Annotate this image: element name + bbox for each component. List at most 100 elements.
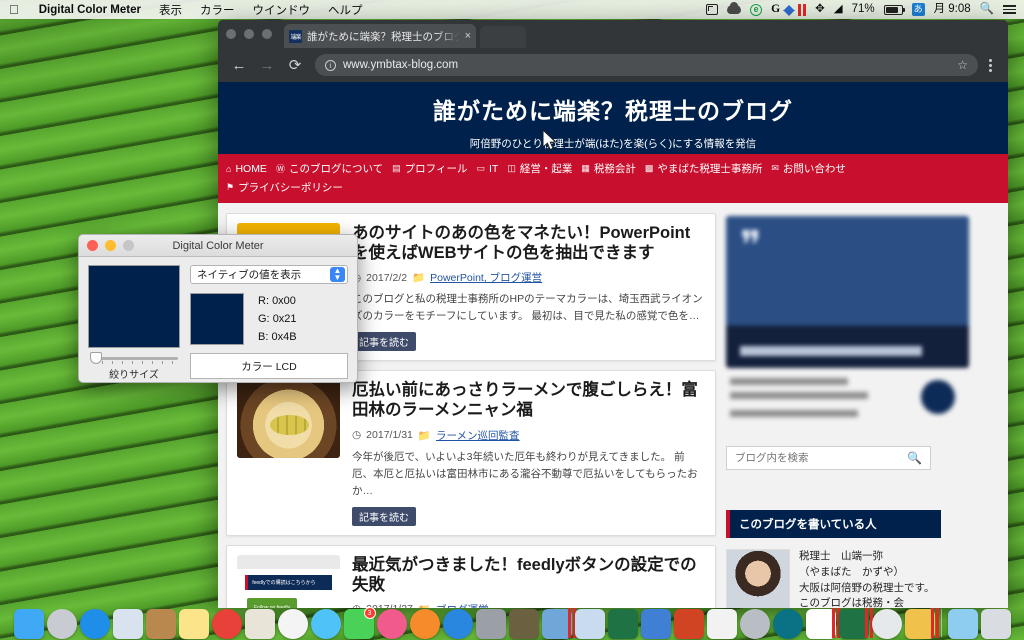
dock-item-finder[interactable] — [13, 609, 44, 639]
dock-item-powerpoint[interactable] — [673, 609, 704, 639]
dcm-close-button[interactable] — [87, 240, 98, 251]
dock-item-trash[interactable] — [980, 609, 1011, 639]
nav-item-management[interactable]: ◫ 経営・起業 — [507, 159, 581, 178]
dock-item-app-store[interactable] — [442, 609, 473, 639]
dcm-aperture-slider[interactable] — [88, 352, 180, 364]
article-categories[interactable]: PowerPoint, ブログ運営 — [430, 270, 542, 285]
dcm-mode-select[interactable]: ネイティブの値を表示 ▲ ▼ — [190, 265, 348, 284]
blog-search-box[interactable]: 🔍 — [726, 446, 931, 470]
dock-item-chrome[interactable] — [211, 609, 242, 639]
dcm-aperture-control[interactable]: 絞りサイズ — [88, 352, 180, 381]
menu-item-help[interactable]: ヘルプ — [319, 2, 372, 18]
search-input[interactable] — [735, 452, 908, 464]
nav-item-home[interactable]: ⌂ HOME — [226, 161, 276, 177]
dock-item-maps[interactable] — [244, 609, 275, 639]
address-bar[interactable]: i www.ymbtax-blog.com ☆ — [315, 54, 978, 76]
sidebar-banner-widget[interactable]: ❞ — [726, 216, 969, 368]
close-window-button[interactable] — [226, 29, 236, 39]
dock-item-documents-folder[interactable] — [947, 609, 978, 639]
dock-item-contacts[interactable] — [145, 609, 176, 639]
nav-item-it[interactable]: ▭ IT — [476, 161, 507, 177]
menu-app-name[interactable]: Digital Color Meter — [30, 4, 150, 16]
dock-item-safari[interactable] — [79, 609, 110, 639]
nav-item-tax-accounting[interactable]: ▦ 税務会計 — [581, 159, 645, 178]
new-tab-button[interactable] — [480, 26, 526, 48]
apple-menu-icon[interactable]:  — [9, 3, 19, 16]
dock-item-keynote[interactable] — [640, 609, 671, 639]
airplay-icon[interactable] — [706, 4, 719, 15]
dock-item-facetime[interactable]: 3 — [343, 607, 376, 639]
grammarly-icon[interactable]: G — [771, 3, 780, 16]
dock-item-notes[interactable] — [178, 609, 209, 639]
dcm-traffic-lights[interactable] — [87, 240, 134, 251]
clock-label[interactable]: 月 9:08 — [934, 3, 971, 16]
article-meta: ◷ 2017/1/31 📁 ラーメン巡回監査 — [352, 428, 705, 443]
dock-item-edge[interactable] — [772, 609, 803, 639]
battery-icon[interactable] — [883, 4, 905, 15]
dock-item-downloads-folder[interactable] — [904, 608, 939, 639]
nav-item-privacy-policy[interactable]: ⚑ プライバシーポリシー — [226, 178, 352, 197]
dcm-maximize-button[interactable] — [123, 240, 134, 251]
sidebar-ad-text[interactable] — [726, 372, 969, 432]
article-thumbnail[interactable] — [237, 380, 340, 459]
digital-color-meter-window[interactable]: Digital Color Meter 絞りサイズ ネイティブの値を表示 ▲▼ — [78, 234, 358, 383]
dock-item-remote-desktop[interactable] — [541, 608, 576, 639]
article-title[interactable]: 最近気がつきました！feedlyボタンの設定での失敗 — [352, 555, 705, 595]
nav-item-about[interactable]: Ⓦ このブログについて — [276, 159, 392, 178]
dock-item-preview[interactable] — [574, 609, 605, 639]
chevron-updown-icon[interactable]: ▲ ▼ — [330, 267, 345, 282]
wifi-icon[interactable]: ◢ — [834, 3, 843, 16]
dock-item-calendar[interactable] — [805, 608, 840, 639]
slider-knob[interactable] — [90, 352, 102, 364]
read-more-button[interactable]: 記事を読む — [352, 332, 416, 352]
dock-item-excel[interactable] — [607, 609, 638, 639]
close-tab-icon[interactable]: × — [465, 30, 471, 42]
article-card[interactable]: feedlyでの購読はこちらから Follow on feedly 最近気がつき… — [226, 544, 716, 608]
dock-item-mail[interactable] — [112, 609, 143, 639]
browser-tab-title: 誰がために端楽？税理士のブログ — [307, 30, 460, 43]
dock-item-ibooks[interactable] — [409, 609, 440, 639]
notification-center-icon[interactable] — [1003, 5, 1016, 14]
article-categories[interactable]: ラーメン巡回監査 — [436, 428, 520, 443]
bluetooth-icon[interactable]: ✥ — [815, 3, 825, 16]
nav-item-office[interactable]: ▩ やまばた税理士事務所 — [645, 159, 772, 178]
reload-button[interactable]: ⟳ — [282, 52, 308, 78]
browser-tab-active[interactable]: 端楽 誰がために端楽？税理士のブログ × — [284, 24, 476, 48]
bookmark-star-icon[interactable]: ☆ — [957, 58, 968, 72]
article-card[interactable]: 厄払い前にあっさりラーメンで腹ごしらえ！富田林のラーメンニャン福 ◷ 2017/… — [226, 370, 716, 536]
dcm-minimize-button[interactable] — [105, 240, 116, 251]
site-info-icon[interactable]: i — [325, 59, 336, 71]
menu-item-display[interactable]: 表示 — [150, 2, 191, 18]
forward-button[interactable]: → — [254, 52, 280, 78]
dock-item-launchpad[interactable] — [46, 609, 77, 639]
dcm-title-bar[interactable]: Digital Color Meter — [79, 235, 357, 257]
menu-item-color[interactable]: カラー — [191, 2, 244, 18]
menu-item-window[interactable]: ウインドウ — [243, 2, 319, 18]
pause-icon[interactable] — [798, 3, 807, 16]
dock-item-itunes[interactable] — [376, 609, 407, 639]
chrome-menu-icon[interactable] — [980, 58, 1000, 72]
cloud-icon[interactable] — [727, 2, 742, 14]
dock-item-numbers[interactable] — [706, 609, 737, 639]
dock-item-photos[interactable] — [277, 609, 308, 639]
article-title[interactable]: 厄払い前にあっさりラーメンで腹ごしらえ！富田林のラーメンニャン福 — [352, 380, 705, 420]
dock-item-skype[interactable] — [739, 609, 770, 639]
ime-icon[interactable]: あ — [911, 3, 925, 16]
nav-item-profile[interactable]: ▤ プロフィール — [392, 159, 476, 178]
article-title[interactable]: あのサイトのあの色をマネたい！PowerPointを使えばWEBサイトの色を抽出… — [352, 223, 705, 263]
dock-item-safari-tech[interactable] — [871, 609, 902, 639]
dock-item-gimp[interactable] — [508, 609, 539, 639]
evernote-icon[interactable]: e — [750, 3, 763, 16]
dock-item-excel-2[interactable] — [838, 608, 873, 639]
dock-item-messages[interactable] — [310, 609, 341, 639]
nav-item-contact[interactable]: ✉ お問い合わせ — [771, 159, 855, 178]
maximize-window-button[interactable] — [262, 29, 272, 39]
spotlight-search-icon[interactable]: 🔍 — [980, 3, 994, 16]
back-button[interactable]: ← — [226, 52, 252, 78]
window-traffic-lights[interactable] — [226, 29, 272, 39]
read-more-button[interactable]: 記事を読む — [352, 506, 416, 526]
article-thumbnail[interactable]: feedlyでの購読はこちらから Follow on feedly — [237, 554, 340, 608]
search-icon[interactable]: 🔍 — [907, 451, 922, 465]
dock-item-system-preferences[interactable] — [475, 609, 506, 639]
minimize-window-button[interactable] — [244, 29, 254, 39]
